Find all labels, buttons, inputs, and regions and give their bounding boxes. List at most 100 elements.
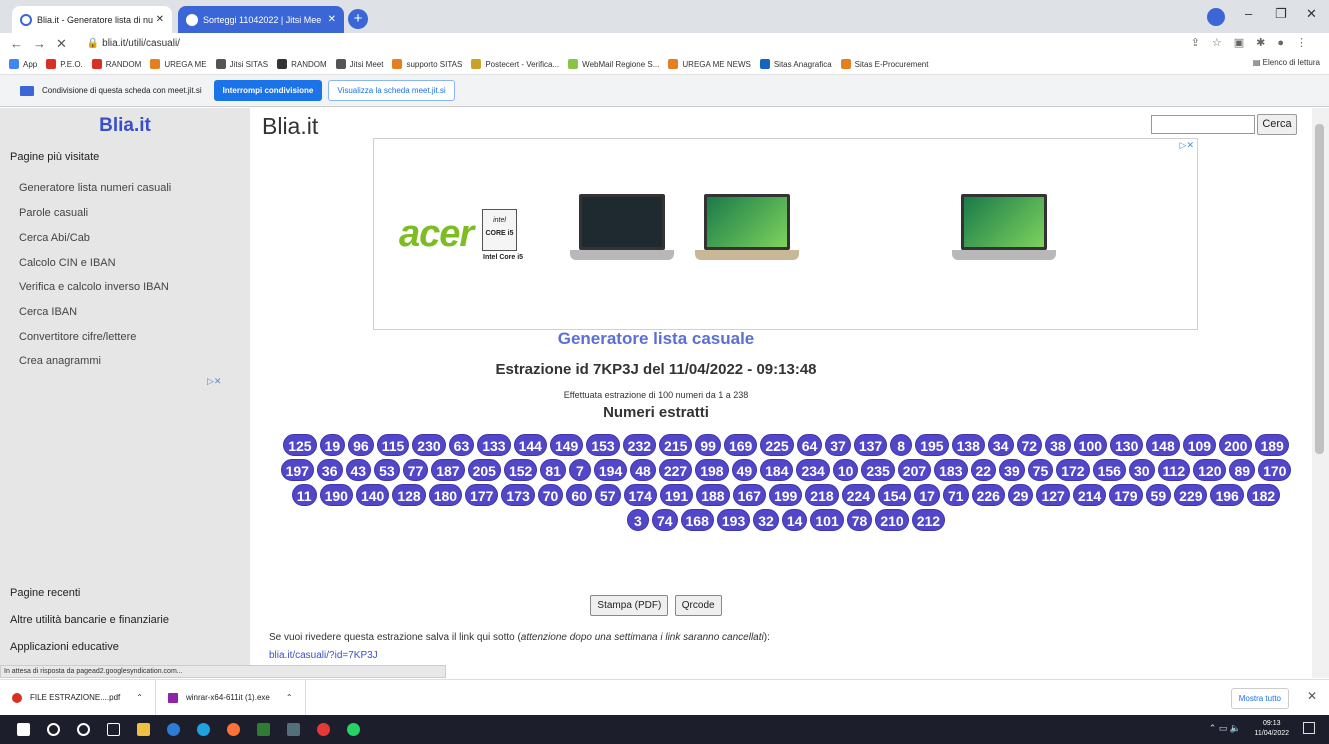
drawn-number: 182 [1246, 484, 1281, 506]
sidebar-item[interactable]: Calcolo CIN e IBAN [19, 257, 116, 269]
cortana-icon[interactable] [77, 723, 90, 736]
system-tray[interactable]: ⌃ ▭ 🔈 [1209, 723, 1241, 734]
reading-list[interactable]: ▤ Elenco di lettura [1253, 58, 1320, 67]
drawn-number: 144 [513, 434, 547, 456]
sidebar-item[interactable]: Verifica e calcolo inverso IBAN [19, 281, 169, 293]
bookmark-item[interactable]: Postecert - Verifica... [471, 59, 559, 69]
save-text-end: ): [763, 632, 770, 643]
tab-blia[interactable]: Blia.it - Generatore lista di nu ✕ [12, 6, 172, 33]
bookmark-item[interactable]: Jitsi SITAS [215, 59, 268, 69]
search-icon[interactable] [47, 723, 60, 736]
bookmark-item[interactable]: P.E.O. [46, 59, 83, 69]
close-icon[interactable]: ✕ [1307, 689, 1317, 703]
back-icon[interactable]: ← [10, 36, 23, 51]
firefox-icon[interactable] [227, 723, 240, 736]
bookmark-item[interactable]: RANDOM [91, 59, 141, 69]
scrollbar-thumb[interactable] [1315, 124, 1324, 454]
close-tab-icon[interactable]: ✕ [328, 14, 336, 25]
drawn-number: 137 [853, 434, 888, 456]
drawn-number: 89 [1229, 459, 1256, 481]
whatsapp-icon[interactable] [347, 723, 360, 736]
drawn-number: 227 [658, 459, 693, 481]
sidebar-heading[interactable]: Applicazioni educative [10, 641, 119, 653]
drawn-number: 207 [897, 459, 932, 481]
ad-choices-icon[interactable]: ▷✕ [1180, 140, 1194, 151]
bookmark-item[interactable]: supporto SITAS [392, 59, 462, 69]
drawn-number: 168 [680, 509, 714, 531]
drawn-number: 188 [696, 484, 730, 506]
windows-icon[interactable] [17, 723, 30, 736]
extraction-info: Effettuata estrazione di 100 numeri da 1… [563, 390, 749, 400]
print-pdf-button[interactable]: Stampa (PDF) [590, 595, 669, 616]
show-all-button[interactable]: Mostra tutto [1230, 688, 1289, 709]
drawn-number: 22 [970, 459, 997, 481]
bookmark-item[interactable]: Sitas E-Procurement [840, 59, 928, 69]
intel-label: intel [493, 217, 506, 224]
minimize-icon[interactable]: – [1245, 6, 1252, 21]
bookmark-item[interactable]: WebMail Regione S... [568, 59, 659, 69]
drawn-number: 169 [723, 434, 758, 456]
action-buttons: Stampa (PDF) Qrcode [0, 595, 1312, 616]
drawn-number: 179 [1109, 484, 1143, 506]
bookmark-item[interactable]: UREGA ME NEWS [668, 59, 751, 69]
app-icon[interactable] [287, 723, 300, 736]
task-view-icon[interactable] [107, 723, 120, 736]
drawn-number: 152 [503, 459, 538, 481]
notification-icon[interactable] [1303, 722, 1315, 734]
site-logo[interactable]: Blia.it [262, 113, 318, 140]
sidebar-item[interactable]: Generatore lista numeri casuali [19, 182, 171, 194]
search-input[interactable] [1151, 115, 1255, 134]
bookmark-item[interactable]: RANDOM [277, 59, 327, 69]
search-button[interactable]: Cerca [1257, 114, 1297, 135]
close-tab-icon[interactable]: ✕ [156, 14, 164, 25]
drawn-number: 11 [291, 484, 317, 506]
download-item[interactable]: FILE ESTRAZIONE....pdf ⌃ [0, 679, 156, 716]
close-window-icon[interactable]: ✕ [1306, 6, 1317, 22]
bookmark-item[interactable]: Sitas Anagrafica [759, 59, 832, 69]
drawn-number: 99 [695, 434, 721, 456]
sidebar-item[interactable]: Cerca Abi/Cab [19, 232, 90, 244]
new-tab-button[interactable]: + [348, 9, 368, 29]
edge-icon[interactable] [197, 723, 210, 736]
tab-jitsi[interactable]: Sorteggi 11042022 | Jitsi Mee ✕ [178, 6, 344, 33]
forward-icon[interactable]: → [33, 36, 46, 51]
view-tab-button[interactable]: Visualizza la scheda meet.jit.si [328, 80, 455, 101]
drawn-number: 14 [781, 509, 808, 531]
qrcode-button[interactable]: Qrcode [674, 595, 722, 616]
sidebar-item[interactable]: Cerca IBAN [19, 306, 77, 318]
chrome-icon[interactable] [317, 723, 330, 736]
drawn-number: 215 [659, 434, 693, 456]
url-field[interactable]: 🔒 blia.it/utili/casuali/ [87, 38, 180, 49]
drawn-number: 7 [568, 459, 591, 481]
bookmark-item[interactable]: Jitsi Meet [335, 59, 383, 69]
stop-sharing-button[interactable]: Interrompi condivisione [213, 80, 323, 101]
sidebar-item[interactable]: Parole casuali [19, 207, 88, 219]
bookmark-item[interactable]: UREGA ME [150, 59, 207, 69]
stop-icon[interactable]: ✕ [56, 36, 67, 52]
save-text-start: Se vuoi rivedere questa estrazione salva… [269, 632, 521, 643]
toolbar-icons[interactable]: ⇪☆▣✱●⋮ [1191, 36, 1319, 49]
drawn-number: 198 [695, 459, 729, 481]
drawn-number: 218 [805, 484, 839, 506]
ad-banner[interactable]: ▷✕ acer intel CORE i5 Intel Core i5 [373, 138, 1198, 330]
drawn-number: 128 [392, 484, 426, 506]
profile-icon[interactable] [1207, 8, 1225, 26]
app-icon[interactable] [257, 723, 270, 736]
sidebar-heading[interactable]: Pagine più visitate [10, 151, 99, 163]
file-explorer-icon[interactable] [137, 723, 150, 736]
bookmark-item[interactable]: App [9, 59, 37, 69]
drawn-number: 53 [374, 459, 400, 481]
clock[interactable]: 09:13 11/04/2022 [1254, 719, 1289, 739]
drawn-number: 130 [1110, 434, 1144, 456]
drawn-number: 149 [549, 434, 584, 456]
ie-icon[interactable] [167, 723, 180, 736]
save-link[interactable]: blia.it/casuali/?id=7KP3J [269, 650, 378, 661]
drawn-number: 197 [280, 459, 314, 481]
maximize-icon[interactable]: ❐ [1275, 6, 1287, 22]
drawn-number: 100 [1073, 434, 1108, 456]
drawn-number: 199 [768, 484, 803, 506]
download-item[interactable]: winrar-x64-611it (1).exe ⌃ [156, 679, 306, 716]
loading-icon [20, 13, 32, 26]
drawn-number: 32 [753, 509, 779, 531]
sidebar-logo[interactable]: Blia.it [0, 115, 250, 137]
